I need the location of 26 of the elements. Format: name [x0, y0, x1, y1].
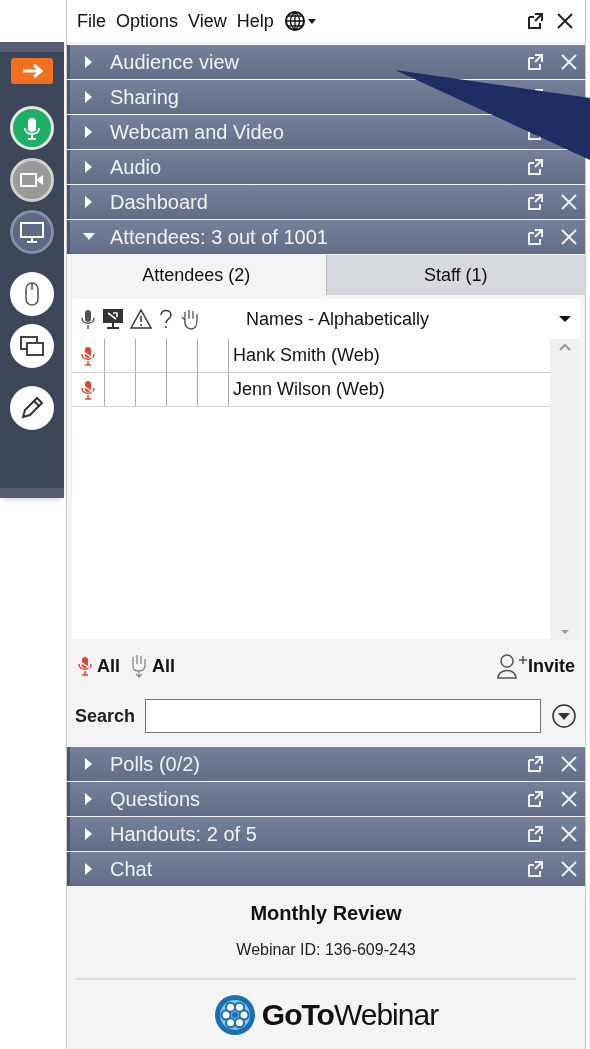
- menu-item[interactable]: Help: [236, 7, 274, 35]
- section-title: Audio: [110, 155, 163, 180]
- tab[interactable]: Staff (1): [325, 255, 585, 295]
- webinar-title: Monthly Review: [250, 901, 402, 926]
- webinar-id: Webinar ID: 136-609-243: [236, 940, 416, 960]
- section-header[interactable]: Audio: [67, 150, 585, 184]
- section-title: Chat: [110, 857, 154, 882]
- sort-dropdown[interactable]: Names - Alphabetically: [206, 305, 572, 333]
- section-title: Dashboard: [110, 190, 209, 215]
- section-title: Polls (0/2): [110, 752, 202, 777]
- search-label: Search: [75, 704, 136, 728]
- section-title: Questions: [110, 787, 202, 812]
- section-title: Webcam and Video: [110, 120, 285, 145]
- attendee-name[interactable]: Jenn Wilson (Web): [229, 373, 550, 406]
- section-title: Attendees: 3 out of 1001: [110, 225, 329, 250]
- logo-text: GoToWebinar: [261, 997, 439, 1033]
- section-title: Audience view: [110, 50, 240, 75]
- menu-item[interactable]: File: [77, 7, 106, 35]
- attendee-name[interactable]: Hank Smith (Web): [229, 339, 550, 372]
- mute-all-button[interactable]: All: [77, 652, 120, 680]
- invite-button[interactable]: Invite: [496, 652, 575, 680]
- lower-hands-button[interactable]: All: [128, 652, 176, 680]
- section-title: Sharing: [110, 85, 180, 110]
- menu-item[interactable]: Options: [116, 7, 179, 35]
- menu-item[interactable]: View: [188, 7, 227, 35]
- section-title: Handouts: 2 of 5: [110, 822, 258, 847]
